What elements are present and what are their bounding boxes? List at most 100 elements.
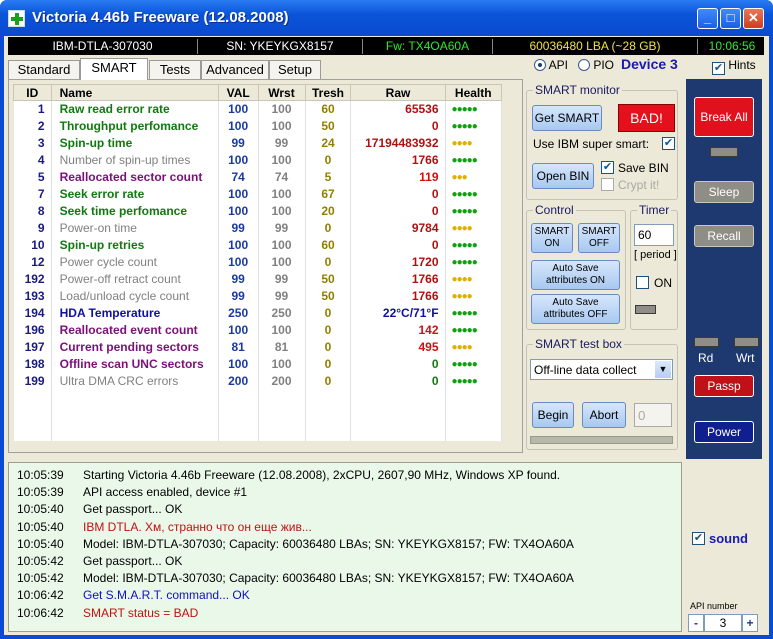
attr-health: ●●●: [445, 168, 503, 186]
test-lba-input[interactable]: [634, 403, 672, 427]
table-row[interactable]: 8 Seek time perfomance 100 100 20 0 ●●●●●: [13, 202, 503, 220]
minimize-button[interactable]: _: [697, 8, 718, 29]
attr-name: Power cycle count: [51, 253, 219, 271]
chevron-down-icon[interactable]: ▼: [655, 361, 671, 378]
tab-tests[interactable]: Tests: [149, 60, 201, 79]
recall-button[interactable]: Recall: [694, 225, 754, 247]
log-entry: 10:05:42 Get passport... OK: [17, 553, 182, 570]
attr-raw: 9784: [350, 219, 446, 237]
smart-monitor-caption: SMART monitor: [533, 83, 622, 97]
attr-value: 100: [218, 236, 259, 254]
api-mode-radio[interactable]: API: [534, 58, 568, 72]
drive-info-bar: IBM-DTLA-307030 SN: YKEYKGX8157 Fw: TX4O…: [8, 37, 764, 55]
attr-id: 10: [13, 236, 52, 254]
attr-id: 1: [13, 100, 52, 118]
attr-health: ●●●●: [445, 338, 503, 356]
table-row[interactable]: 7 Seek error rate 100 100 67 0 ●●●●●: [13, 185, 503, 203]
control-caption: Control: [533, 203, 576, 217]
table-row[interactable]: 198 Offline scan UNC sectors 100 100 0 0 ●●●●●: [13, 355, 503, 373]
sound-checkbox[interactable]: ✔: [692, 532, 705, 545]
col-id[interactable]: ID: [13, 84, 52, 101]
test-type-selected: Off-line data collect: [534, 363, 637, 377]
autosave-off-button[interactable]: Auto Save attributes OFF: [531, 294, 620, 324]
client-area: IBM-DTLA-307030 SN: YKEYKGX8157 Fw: TX4O…: [4, 36, 769, 635]
tab-standard[interactable]: Standard: [8, 60, 80, 79]
close-button[interactable]: ✕: [743, 8, 764, 29]
smart-off-button[interactable]: SMART OFF: [578, 223, 620, 253]
timer-period-input[interactable]: [634, 224, 674, 246]
col-name[interactable]: Name: [50, 84, 219, 101]
col-raw[interactable]: Raw: [350, 84, 446, 101]
attr-id: 193: [13, 287, 52, 305]
table-row[interactable]: 193 Load/unload cycle count 99 99 50 1766 ●●●●: [13, 287, 503, 305]
log-time: 10:05:40: [17, 502, 64, 517]
table-row[interactable]: 9 Power-on time 99 99 0 9784 ●●●●: [13, 219, 503, 237]
test-type-select[interactable]: Off-line data collect ▼: [530, 359, 673, 380]
attr-threshold: 67: [305, 185, 352, 203]
table-row[interactable]: 12 Power cycle count 100 100 0 1720 ●●●●●: [13, 253, 503, 271]
log-message: Get passport... OK: [83, 502, 183, 517]
attr-raw: 0: [350, 185, 446, 203]
crypt-checkbox[interactable]: [601, 178, 614, 191]
tab-setup[interactable]: Setup: [269, 60, 321, 79]
event-log[interactable]: 10:05:39 Starting Victoria 4.46b Freeware…: [8, 462, 682, 632]
col-health[interactable]: Health: [444, 84, 503, 101]
open-bin-button[interactable]: Open BIN: [532, 163, 594, 189]
title-bar[interactable]: Victoria 4.46b Freeware (12.08.2008) _ □…: [0, 0, 773, 36]
read-label: Rd: [698, 351, 714, 365]
attr-name: Reallocated sector count: [51, 168, 219, 186]
attr-health: ●●●●: [445, 134, 503, 152]
attr-threshold: 0: [305, 372, 352, 390]
table-row[interactable]: 1 Raw read error rate 100 100 60 65536 ●●●●●: [13, 100, 503, 118]
sleep-button[interactable]: Sleep: [694, 181, 754, 203]
pio-mode-radio[interactable]: PIO: [578, 58, 614, 72]
attr-name: Reallocated event count: [51, 321, 219, 339]
table-row[interactable]: 199 Ultra DMA CRC errors 200 200 0 0 ●●●●●: [13, 372, 503, 390]
maximize-button[interactable]: □: [720, 8, 741, 29]
attr-value: 100: [218, 185, 259, 203]
attr-raw: 0: [350, 236, 446, 254]
hints-label: Hints: [728, 58, 756, 72]
autosave-on-button[interactable]: Auto Save attributes ON: [531, 260, 620, 290]
api-number-value[interactable]: 3: [704, 614, 742, 632]
begin-button[interactable]: Begin: [532, 402, 574, 428]
smart-on-button[interactable]: SMART ON: [531, 223, 573, 253]
table-row[interactable]: 196 Reallocated event count 100 100 0 142 ●●●●…: [13, 321, 503, 339]
table-row[interactable]: 3 Spin-up time 99 99 24 17194483932 ●●●●: [13, 134, 503, 152]
break-all-button[interactable]: Break All: [694, 97, 754, 137]
col-worst[interactable]: Wrst: [257, 84, 306, 101]
api-number-plus-button[interactable]: +: [742, 614, 758, 632]
table-row[interactable]: 2 Throughput perfomance 100 100 50 0 ●●●●●: [13, 117, 503, 135]
table-row[interactable]: 4 Number of spin-up times 100 100 0 1766 ●●●●●: [13, 151, 503, 169]
abort-button[interactable]: Abort: [582, 402, 626, 428]
hints-checkbox[interactable]: ✔ Hints: [712, 58, 756, 75]
get-smart-button[interactable]: Get SMART: [532, 105, 602, 131]
power-button[interactable]: Power: [694, 421, 754, 443]
timer-on-checkbox[interactable]: [636, 276, 649, 289]
smart-test-box-caption: SMART test box: [533, 337, 624, 351]
col-val[interactable]: VAL: [217, 84, 259, 101]
api-number-minus-button[interactable]: -: [688, 614, 704, 632]
table-row[interactable]: 197 Current pending sectors 81 81 0 495 ●●●●: [13, 338, 503, 356]
table-row[interactable]: 5 Reallocated sector count 74 74 5 119 ●●●: [13, 168, 503, 186]
attr-id: 197: [13, 338, 52, 356]
passp-button[interactable]: Passp: [694, 375, 754, 397]
attr-worst: 100: [258, 202, 306, 220]
attr-health: ●●●●●: [445, 304, 503, 322]
table-row[interactable]: 194 HDA Temperature 250 250 0 22°C/71°F ●●●●●: [13, 304, 503, 322]
table-row[interactable]: 10 Spin-up retries 100 100 60 0 ●●●●●: [13, 236, 503, 254]
save-bin-checkbox[interactable]: ✔: [601, 161, 614, 174]
attr-raw: 1766: [350, 287, 446, 305]
log-entry: 10:05:39 Starting Victoria 4.46b Freeware…: [17, 467, 560, 484]
attr-value: 100: [218, 202, 259, 220]
table-row[interactable]: 192 Power-off retract count 99 99 50 1766 ●●●●: [13, 270, 503, 288]
sound-label: sound: [709, 531, 748, 546]
col-threshold[interactable]: Tresh: [304, 84, 352, 101]
write-label: Wrt: [736, 351, 755, 365]
tab-advanced[interactable]: Advanced: [201, 60, 269, 79]
attr-id: 5: [13, 168, 52, 186]
use-ibm-checkbox[interactable]: ✔: [662, 137, 675, 150]
log-time: 10:05:42: [17, 571, 64, 586]
save-bin-label: Save BIN: [618, 161, 669, 175]
tab-smart[interactable]: SMART: [80, 58, 148, 80]
